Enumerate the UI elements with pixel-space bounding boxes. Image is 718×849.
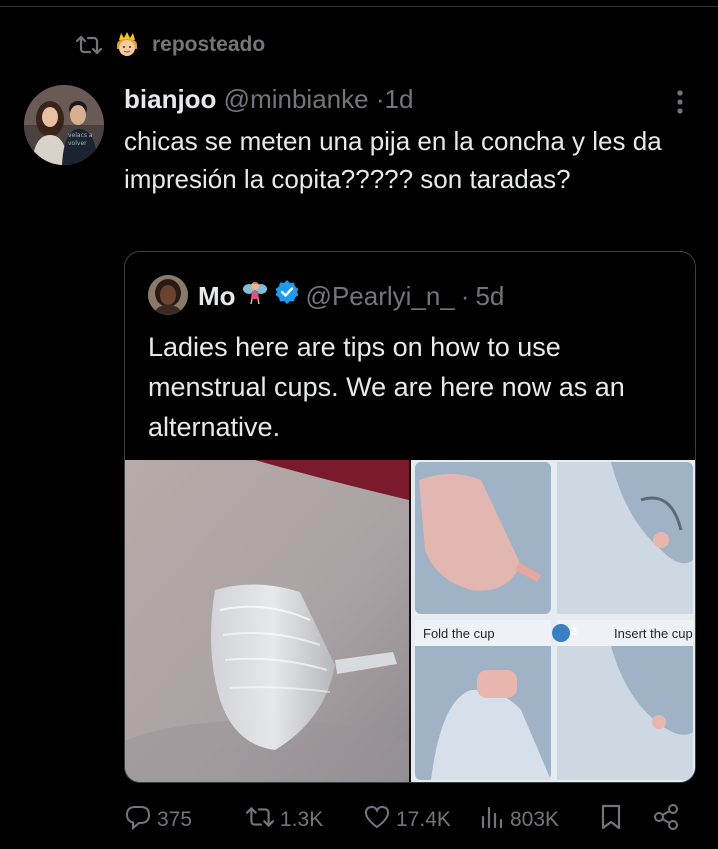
quoted-separator: · — [460, 280, 470, 311]
reply-count: 375 — [157, 808, 193, 831]
like-button[interactable]: 17.4K — [364, 800, 451, 840]
reply-button[interactable]: 375 — [125, 800, 192, 840]
tweet-header: bianjoo @minbianke ·1d — [124, 83, 413, 115]
svg-text:volver: volver — [68, 140, 87, 147]
caption-fold: Fold the cup — [423, 626, 495, 641]
repost-button[interactable]: 1.3K — [246, 800, 323, 840]
top-divider — [0, 6, 718, 7]
views-button[interactable]: 803K — [480, 800, 559, 840]
repost-label: reposteado — [152, 33, 266, 56]
share-icon — [652, 803, 680, 837]
more-options-icon[interactable] — [670, 88, 690, 116]
heart-icon — [364, 805, 390, 835]
like-count: 17.4K — [396, 808, 451, 831]
repost-count: 1.3K — [280, 808, 324, 831]
media-photo-cup[interactable] — [125, 460, 409, 782]
verified-badge-icon — [274, 279, 300, 312]
quoted-author-handle[interactable]: @Pearlyi_n_ — [306, 280, 455, 312]
views-icon — [480, 805, 504, 835]
author-name[interactable]: bianjoo — [124, 84, 216, 114]
repost-action-icon — [246, 805, 274, 835]
author-avatar[interactable]: velacs a volver — [24, 85, 104, 165]
bookmark-icon — [600, 803, 622, 837]
fairy-emoji-icon — [242, 279, 268, 312]
princess-emoji-icon — [114, 31, 140, 59]
author-handle[interactable]: @minbianke — [224, 84, 369, 114]
share-button[interactable] — [652, 800, 680, 840]
repost-icon — [76, 34, 102, 56]
media-illustration[interactable]: Fold the cup 2 Insert the cup — [411, 460, 695, 782]
quoted-header: Mo @Pearlyi_n_ · 5d — [198, 279, 504, 312]
tweet-time[interactable]: 1d — [384, 84, 413, 114]
quoted-author-name[interactable]: Mo — [198, 280, 236, 312]
reply-icon — [125, 804, 151, 836]
svg-text:velacs a: velacs a — [68, 132, 93, 139]
quoted-media[interactable]: Fold the cup 2 Insert the cup — [125, 460, 695, 782]
quoted-tweet[interactable]: Mo @Pearlyi_n_ · 5d Ladies here are tips … — [124, 251, 696, 783]
caption-step-number: 2 — [571, 626, 578, 638]
repost-indicator[interactable]: reposteado — [76, 30, 265, 60]
views-count: 803K — [510, 808, 560, 831]
quoted-author-avatar[interactable] — [148, 275, 188, 315]
caption-insert: Insert the cup — [614, 626, 693, 641]
quoted-time[interactable]: 5d — [475, 280, 504, 312]
quoted-text: Ladies here are tips on how to use menst… — [148, 332, 625, 442]
bookmark-button[interactable] — [600, 800, 622, 840]
action-bar: 375 1.3K 17.4K 803K — [0, 800, 718, 840]
tweet-text: chicas se meten una pija en la concha y … — [124, 126, 662, 194]
